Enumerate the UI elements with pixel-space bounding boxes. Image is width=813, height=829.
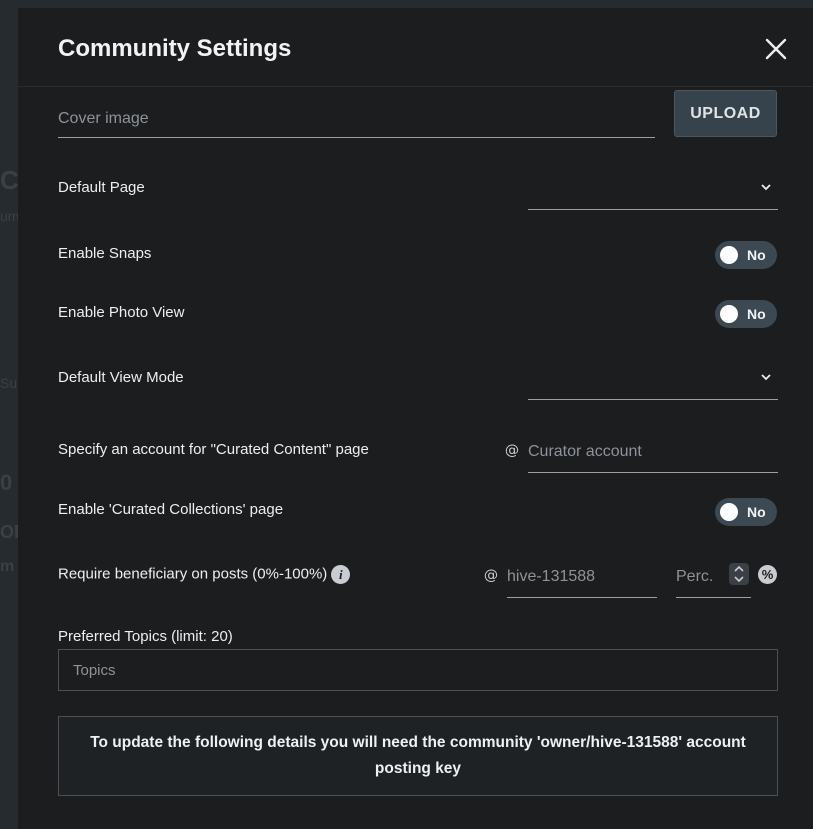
svg-text:@: @	[484, 568, 498, 584]
preferred-topics-label: Preferred Topics (limit: 20)	[58, 628, 233, 645]
upload-button[interactable]: UPLOAD	[674, 90, 777, 137]
curated-collections-label: Enable 'Curated Collections' page	[58, 501, 284, 518]
percent-stepper[interactable]	[729, 563, 749, 585]
toggle-knob	[720, 503, 738, 521]
modal-header: Community Settings	[18, 8, 813, 87]
community-settings-modal: Community Settings UPLOAD Default Page E…	[18, 8, 813, 829]
enable-snaps-toggle[interactable]: No	[715, 241, 777, 269]
info-icon[interactable]: i	[331, 565, 351, 584]
beneficiary-label: Require beneficiary on posts (0%-100%) i	[58, 565, 351, 584]
background-page-fragment: um	[0, 208, 20, 224]
at-sign-icon: @	[484, 568, 498, 584]
background-page-fragment: m	[0, 558, 15, 575]
background-page-fragment: Su	[0, 375, 18, 391]
stepper-arrows-icon	[734, 565, 744, 583]
toggle-state: No	[747, 247, 766, 263]
enable-snaps-label: Enable Snaps	[58, 245, 152, 262]
at-sign-icon: @	[505, 443, 519, 459]
cover-image-input[interactable]	[58, 100, 655, 138]
chevron-down-icon	[761, 184, 771, 191]
toggle-state: No	[747, 306, 766, 322]
notice-text: To update the following details you will…	[90, 734, 746, 777]
background-page-fragment: 0	[0, 470, 13, 495]
curated-collections-toggle[interactable]: No	[715, 498, 777, 526]
curated-content-label: Specify an account for "Curated Content"…	[58, 441, 369, 458]
beneficiary-label-text: Require beneficiary on posts (0%-100%)	[58, 565, 328, 583]
enable-photo-view-label: Enable Photo View	[58, 304, 185, 321]
topics-input[interactable]	[58, 649, 778, 691]
toggle-state: No	[747, 504, 766, 520]
owner-key-notice: To update the following details you will…	[58, 716, 778, 796]
curator-account-input[interactable]	[528, 432, 778, 473]
svg-text:@: @	[505, 443, 519, 459]
percent-icon: %	[758, 565, 777, 584]
toggle-knob	[720, 246, 738, 264]
enable-photo-view-toggle[interactable]: No	[715, 300, 777, 328]
beneficiary-account-input[interactable]	[507, 557, 657, 598]
chevron-down-icon	[761, 374, 771, 381]
toggle-knob	[720, 305, 738, 323]
default-page-label: Default Page	[58, 179, 145, 196]
default-view-mode-select[interactable]	[528, 358, 778, 400]
modal-title: Community Settings	[58, 35, 292, 62]
default-page-select[interactable]	[528, 168, 778, 210]
default-view-mode-label: Default View Mode	[58, 369, 184, 386]
close-icon[interactable]	[763, 36, 789, 62]
